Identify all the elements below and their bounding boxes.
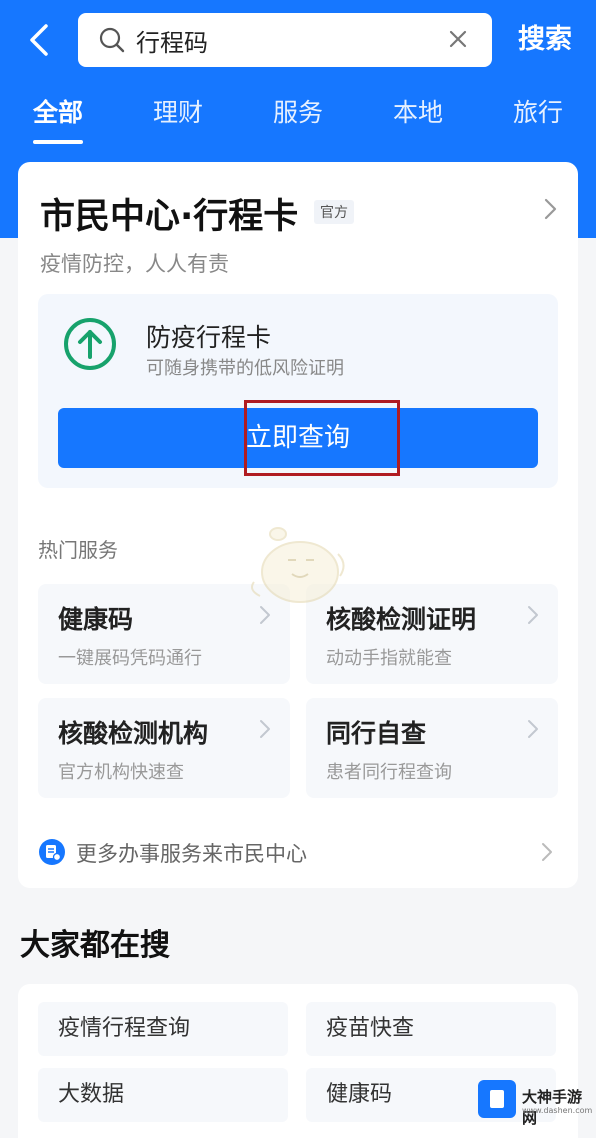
tab-travel[interactable]: 旅行 <box>500 92 576 148</box>
service-title: 同行自查 <box>326 719 427 748</box>
card-subtitle: 疫情防控，人人有责 <box>40 252 229 276</box>
tab-label: 理财 <box>152 98 203 127</box>
trending-title: 大家都在搜 <box>20 928 170 963</box>
official-badge: 官方 <box>314 200 354 224</box>
chevron-left-icon <box>30 24 48 56</box>
tab-all[interactable]: 全部 <box>20 92 96 148</box>
chevron-right-icon <box>260 720 270 738</box>
chevron-right-icon <box>528 606 538 624</box>
tab-label: 本地 <box>392 98 443 127</box>
tab-local[interactable]: 本地 <box>380 92 456 148</box>
active-tab-underline <box>33 140 83 144</box>
service-title: 健康码 <box>58 605 134 634</box>
more-services-text: 更多办事服务来市民中心 <box>76 842 307 866</box>
search-box[interactable] <box>78 13 492 67</box>
arrow-up-circle-icon <box>64 318 116 370</box>
service-description: 一键展码凭码通行 <box>58 648 202 669</box>
service-title: 核酸检测机构 <box>58 719 209 748</box>
more-services-link[interactable]: 更多办事服务来市民中心 <box>38 834 558 874</box>
search-input[interactable] <box>136 22 436 58</box>
tab-label: 服务 <box>272 98 323 127</box>
service-co-travel-check[interactable]: 同行自查 患者同行程查询 <box>306 698 558 798</box>
feature-title: 防疫行程卡 <box>146 323 272 352</box>
card-title[interactable]: 市民中心·行程卡 <box>40 188 298 239</box>
trending-item[interactable]: 疫情行程查询 <box>38 1002 288 1056</box>
document-icon <box>39 839 65 865</box>
category-tabs: 全部 理财 服务 本地 旅行 <box>0 92 596 148</box>
service-description: 患者同行程查询 <box>326 762 452 783</box>
back-button[interactable] <box>24 20 54 60</box>
chevron-right-icon <box>528 720 538 738</box>
chevron-right-icon <box>542 843 552 861</box>
tab-label: 旅行 <box>512 98 563 127</box>
brand-watermark: 大神手游网 www.dashen.com <box>478 1078 593 1127</box>
trending-item[interactable]: 疫苗快查 <box>306 1002 556 1056</box>
search-header: 搜索 <box>0 0 596 80</box>
service-title: 核酸检测证明 <box>326 605 477 634</box>
trending-item[interactable]: 大数据 <box>38 1068 288 1122</box>
tab-finance[interactable]: 理财 <box>140 92 216 148</box>
chevron-right-icon[interactable] <box>540 194 560 224</box>
tab-label: 全部 <box>32 98 83 127</box>
travel-card-feature: 防疫行程卡 可随身携带的低风险证明 立即查询 <box>38 294 558 488</box>
service-nucleic-test-sites[interactable]: 核酸检测机构 官方机构快速查 <box>38 698 290 798</box>
close-icon <box>449 30 467 48</box>
brand-logo-icon <box>478 1080 516 1118</box>
hot-services-grid: 健康码 一键展码凭码通行 核酸检测证明 动动手指就能查 核酸检测机构 官方机构快… <box>38 584 558 798</box>
clear-search-button[interactable] <box>445 26 471 52</box>
service-description: 官方机构快速查 <box>58 762 184 783</box>
service-description: 动动手指就能查 <box>326 648 452 669</box>
tab-services[interactable]: 服务 <box>260 92 336 148</box>
search-icon <box>99 27 125 53</box>
search-button[interactable]: 搜索 <box>510 20 580 60</box>
hot-services-label: 热门服务 <box>38 538 118 562</box>
mascot-watermark-icon <box>251 527 345 603</box>
brand-url: www.dashen.com <box>522 1106 593 1115</box>
feature-description: 可随身携带的低风险证明 <box>146 358 344 379</box>
highlight-annotation <box>244 400 400 476</box>
